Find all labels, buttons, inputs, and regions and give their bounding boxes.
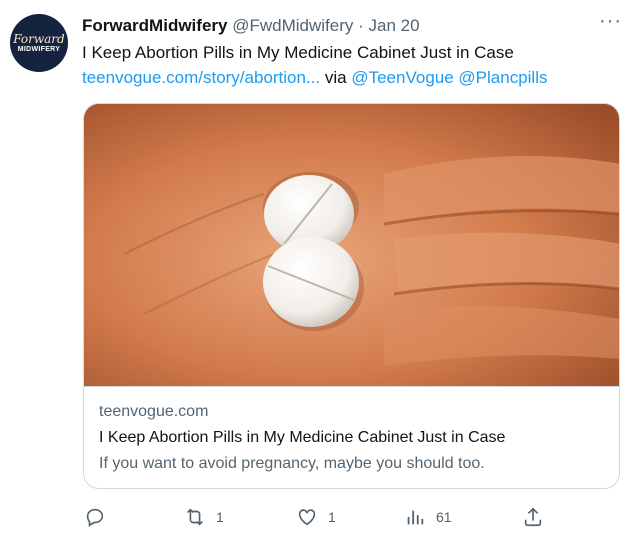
avatar-caps-text: MIDWIFERY — [17, 45, 61, 53]
display-name[interactable]: ForwardMidwifery — [82, 16, 227, 35]
handle[interactable]: @FwdMidwifery — [232, 16, 353, 35]
card-title: I Keep Abortion Pills in My Medicine Cab… — [99, 429, 506, 446]
reply-button[interactable] — [84, 506, 106, 528]
retweet-icon — [187, 508, 203, 526]
avatar-script-text: Forward — [13, 31, 65, 46]
views-button[interactable]: 61 — [404, 506, 452, 528]
views-count: 61 — [436, 509, 452, 525]
tweet-header: ForwardMidwifery @FwdMidwifery · Jan 20 — [82, 16, 420, 36]
heart-icon — [298, 509, 316, 526]
share-icon — [524, 507, 542, 527]
avatar[interactable]: Forward MIDWIFERY — [10, 14, 68, 72]
retweet-count: 1 — [216, 509, 224, 525]
article-link[interactable]: teenvogue.com/story/abortion... — [82, 68, 320, 87]
link-card[interactable]: teenvogue.com I Keep Abortion Pills in M… — [83, 103, 620, 489]
card-image[interactable] — [84, 104, 620, 386]
card-description: If you want to avoid pregnancy, maybe yo… — [99, 455, 485, 472]
more-dots-icon[interactable]: ··· — [599, 10, 622, 33]
mention-teenvogue[interactable]: @TeenVogue — [351, 68, 453, 87]
share-button[interactable] — [522, 506, 544, 528]
mention-plancpills[interactable]: @Plancpills — [458, 68, 547, 87]
card-info[interactable]: teenvogue.com I Keep Abortion Pills in M… — [84, 386, 619, 472]
views-icon — [407, 510, 424, 525]
reply-icon — [86, 508, 104, 527]
action-bar: 1 1 61 — [0, 506, 640, 534]
tweet-links-line: teenvogue.com/story/abortion... via @Tee… — [82, 68, 548, 88]
retweet-button[interactable]: 1 — [184, 506, 224, 528]
like-count: 1 — [328, 509, 336, 525]
card-domain: teenvogue.com — [99, 403, 209, 420]
via-text: via — [324, 68, 347, 87]
tweet-text: I Keep Abortion Pills in My Medicine Cab… — [82, 43, 514, 62]
like-button[interactable]: 1 — [296, 506, 336, 528]
tweet-date[interactable]: Jan 20 — [369, 16, 420, 35]
separator-dot: · — [358, 16, 364, 35]
